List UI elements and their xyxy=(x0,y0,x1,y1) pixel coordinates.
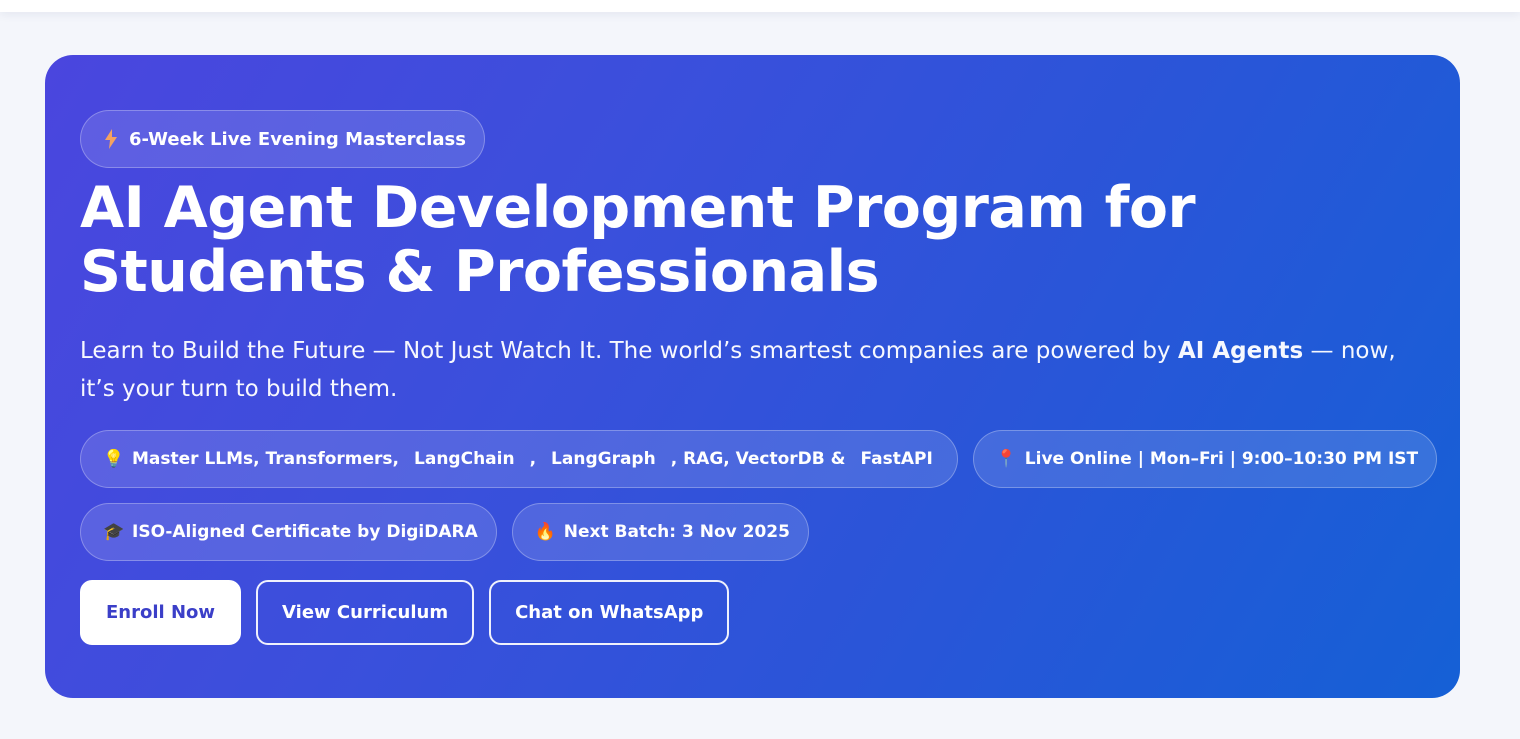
chip-next-batch-label: Next Batch: 3 Nov 2025 xyxy=(563,522,790,542)
lightbulb-icon: 💡 xyxy=(103,449,125,469)
chip-next-batch: 🔥 Next Batch: 3 Nov 2025 xyxy=(511,503,809,561)
chip-certificate: 🎓 ISO-Aligned Certificate by DigiDARA xyxy=(80,503,497,561)
chip-skills-part2: , RAG, VectorDB & xyxy=(670,449,846,469)
enroll-now-button[interactable]: Enroll Now xyxy=(80,580,242,645)
lightning-bolt-icon xyxy=(105,129,117,149)
graduation-cap-icon: 🎓 xyxy=(103,522,125,542)
chip-skills: 💡 Master LLMs, Transformers, LangChain ,… xyxy=(80,430,958,488)
subtitle-highlight: AI Agents xyxy=(1177,338,1304,364)
top-header-bar xyxy=(0,0,1520,12)
hero-actions: Enroll Now View Curriculum Chat on Whats… xyxy=(80,580,1425,645)
chip-skills-langchain: LangChain xyxy=(414,449,515,469)
hero-subtitle: Learn to Build the Future — Not Just Wat… xyxy=(80,332,1410,408)
chat-whatsapp-button[interactable]: Chat on WhatsApp xyxy=(489,580,730,645)
chip-skills-part1: Master LLMs, Transformers, xyxy=(132,449,400,469)
view-curriculum-button[interactable]: View Curriculum xyxy=(256,580,475,645)
chip-skills-separator: , xyxy=(529,449,537,469)
subtitle-text-before: Learn to Build the Future — Not Just Wat… xyxy=(80,338,1178,364)
feature-chips: 💡 Master LLMs, Transformers, LangChain ,… xyxy=(80,430,1440,561)
chip-schedule: 📍 Live Online | Mon–Fri | 9:00–10:30 PM … xyxy=(972,430,1438,488)
chip-skills-fastapi: FastAPI xyxy=(860,449,933,469)
masterclass-tag-label: 6-Week Live Evening Masterclass xyxy=(129,128,466,150)
location-pin-icon: 📍 xyxy=(995,449,1017,469)
chip-skills-langgraph: LangGraph xyxy=(551,449,656,469)
chip-certificate-label: ISO-Aligned Certificate by DigiDARA xyxy=(132,522,478,542)
chip-schedule-label: Live Online | Mon–Fri | 9:00–10:30 PM IS… xyxy=(1024,449,1419,469)
masterclass-tag: 6-Week Live Evening Masterclass xyxy=(80,110,485,168)
hero-banner: 6-Week Live Evening Masterclass AI Agent… xyxy=(45,55,1460,698)
page-title: AI Agent Development Program for Student… xyxy=(80,175,1196,305)
fire-icon: 🔥 xyxy=(534,522,556,542)
